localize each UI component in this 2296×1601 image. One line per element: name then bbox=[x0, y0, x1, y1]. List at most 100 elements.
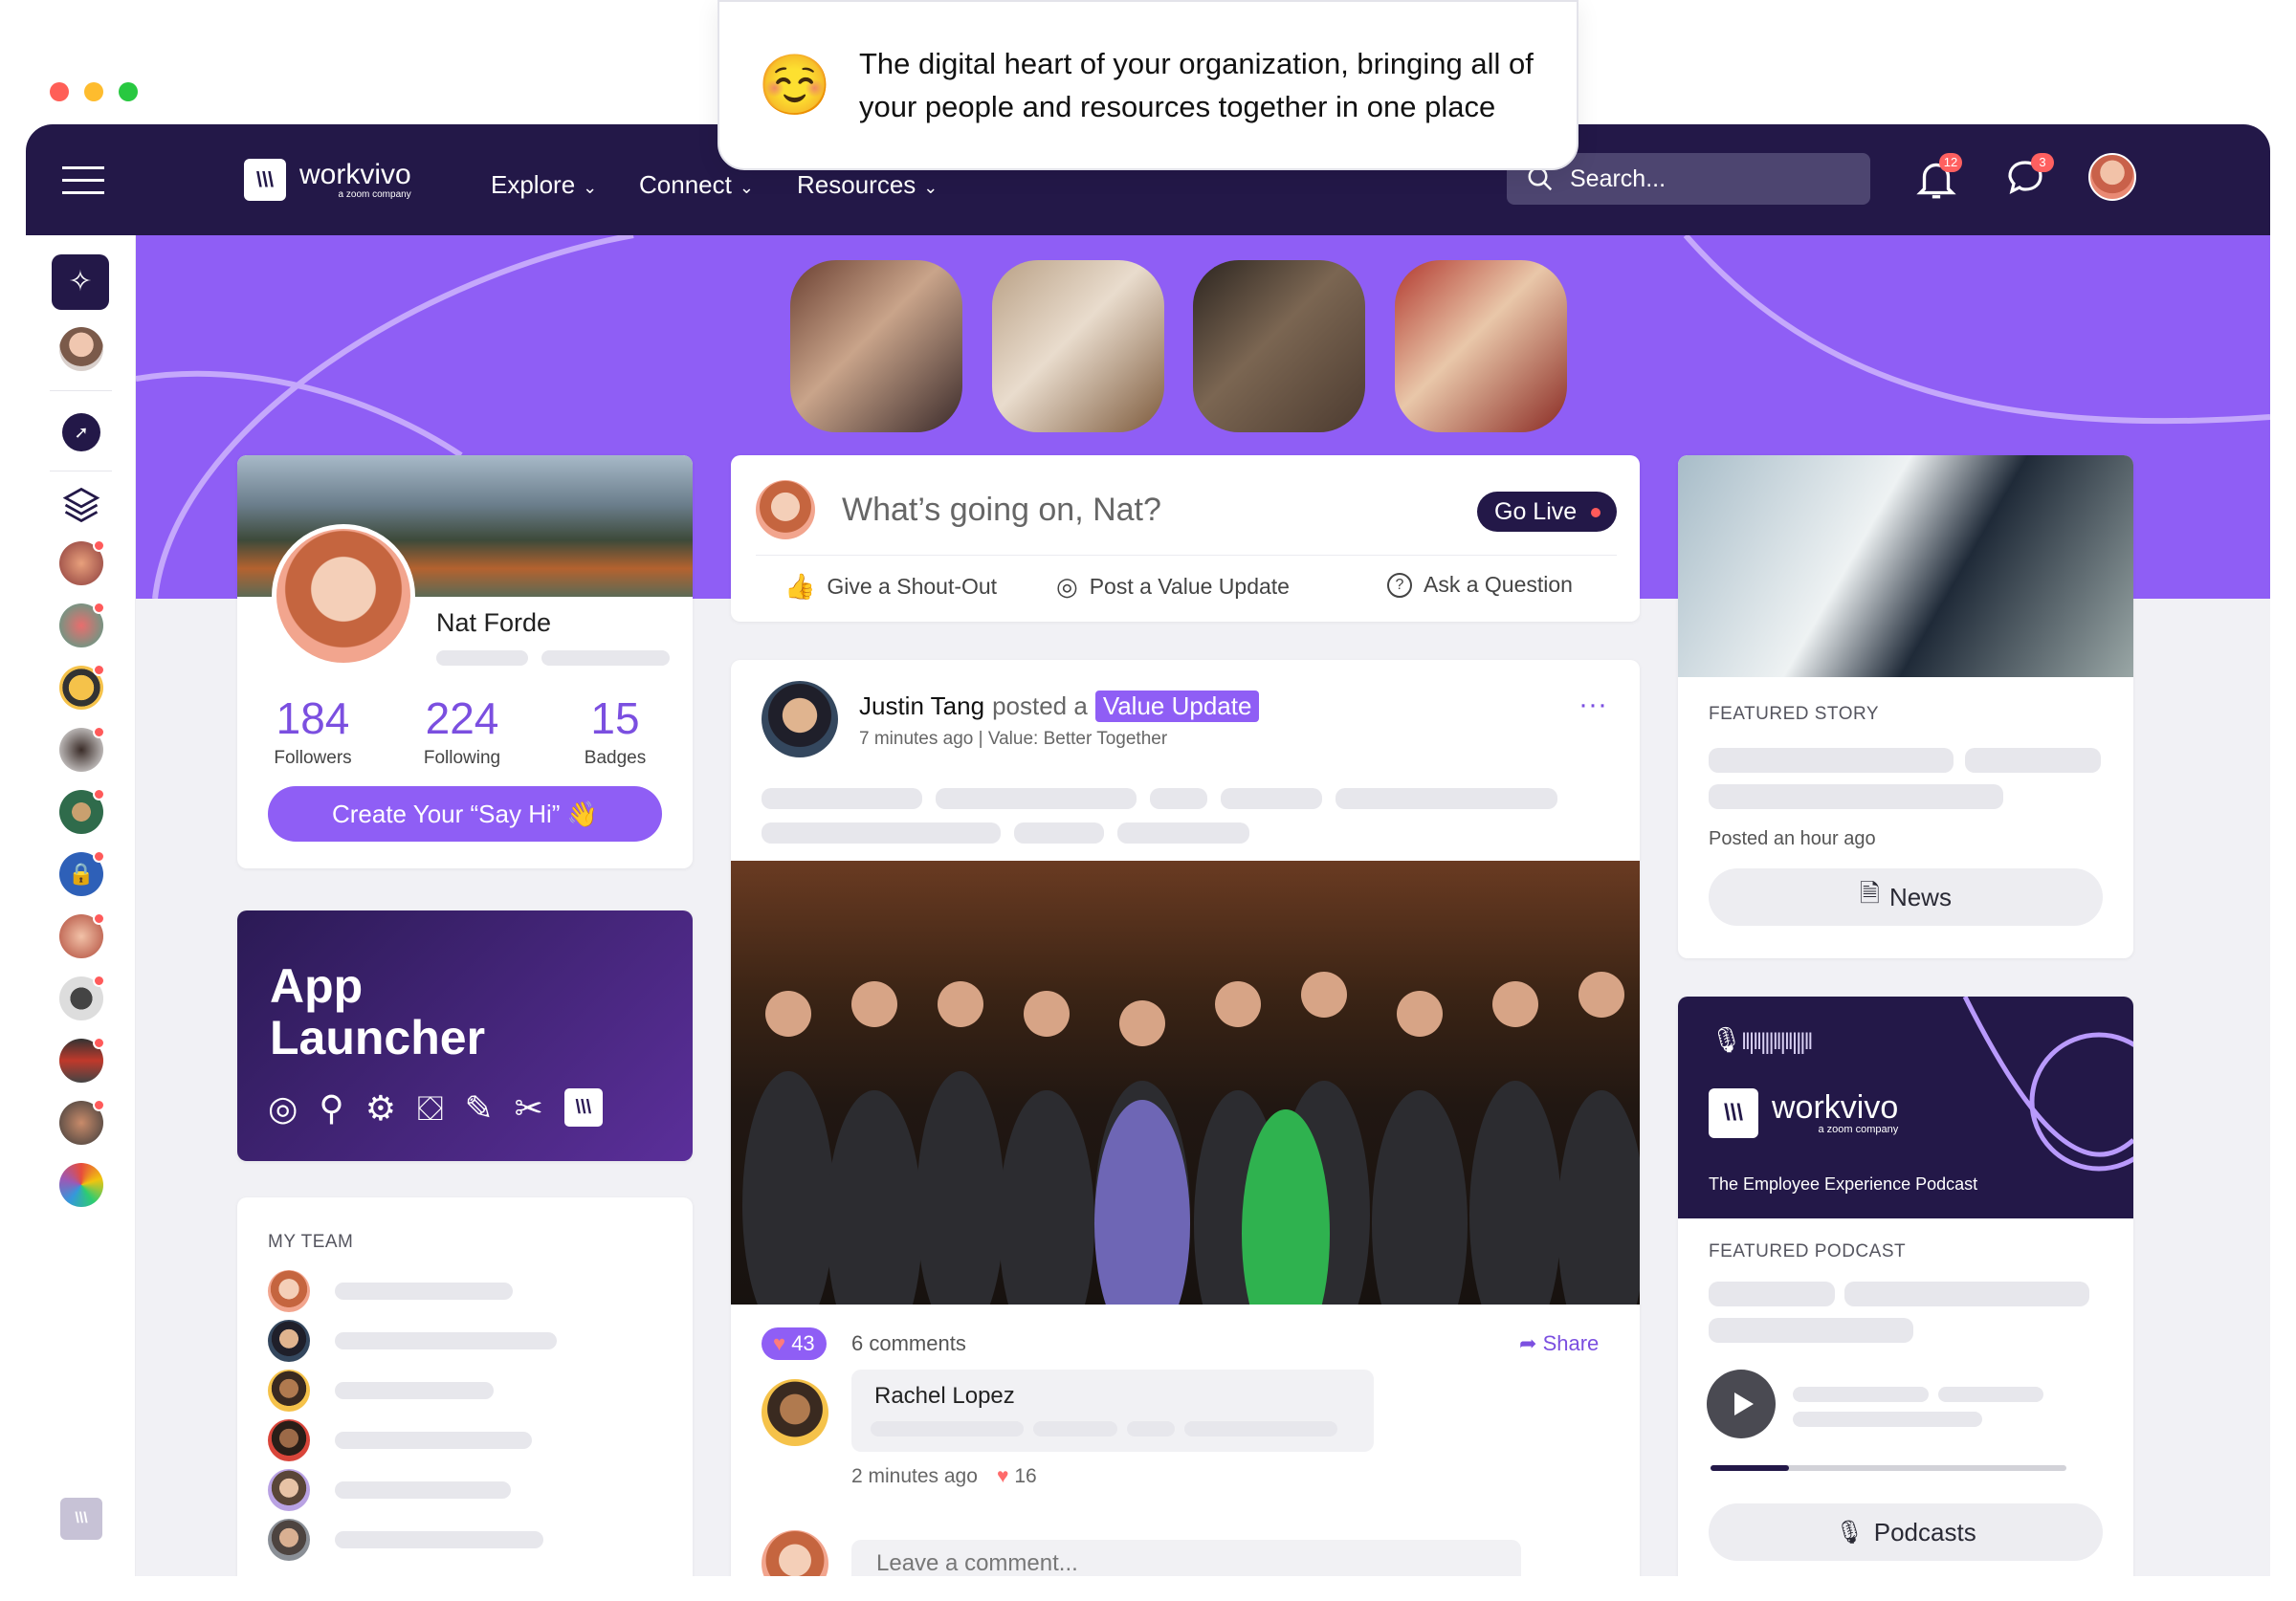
menu-icon[interactable] bbox=[62, 166, 104, 195]
space-avatar[interactable] bbox=[59, 539, 105, 585]
aperture-icon[interactable]: ◎ bbox=[268, 1088, 298, 1129]
workvivo-rail-logo[interactable]: \\\ bbox=[60, 1498, 102, 1540]
briefcase-icon[interactable]: ⛋ bbox=[417, 1088, 443, 1129]
space-avatar[interactable] bbox=[59, 726, 105, 772]
composer-input[interactable]: What’s going on, Nat? bbox=[842, 492, 1161, 529]
followers-label: Followers bbox=[274, 748, 352, 768]
chevron-down-icon: ⌄ bbox=[739, 178, 754, 197]
space-avatar[interactable] bbox=[59, 1163, 103, 1207]
space-avatar[interactable] bbox=[59, 912, 105, 958]
nav-resources[interactable]: Resources ⌄ bbox=[797, 170, 938, 200]
nav-explore[interactable]: Explore ⌄ bbox=[491, 170, 597, 200]
story-thumbnail[interactable] bbox=[992, 260, 1164, 432]
rail-avatar[interactable] bbox=[59, 327, 103, 371]
value-update-action[interactable]: ◎ Post a Value Update bbox=[1056, 572, 1290, 602]
profile-avatar[interactable] bbox=[272, 524, 415, 668]
workvivo-logo-icon: \\\ bbox=[1709, 1088, 1758, 1138]
team-member-avatar[interactable] bbox=[268, 1419, 310, 1461]
close-window-dot[interactable] bbox=[50, 82, 69, 101]
space-avatar[interactable] bbox=[59, 788, 105, 834]
app-launcher-card[interactable]: App Launcher ◎ ⚲ ⚙ ⛋ ✎ ✂ \\\ bbox=[237, 910, 693, 1161]
space-avatar[interactable] bbox=[59, 664, 105, 710]
team-member-name-skeleton bbox=[335, 1432, 532, 1449]
messages-button[interactable]: 3 bbox=[2002, 153, 2054, 203]
app-launcher-title-2: Launcher bbox=[270, 1011, 486, 1064]
compass-icon: ➚ bbox=[74, 423, 89, 442]
story-thumbnail[interactable] bbox=[790, 260, 962, 432]
podcast-skeleton bbox=[1709, 1318, 1913, 1343]
post-verb: posted a bbox=[992, 691, 1088, 720]
play-button[interactable] bbox=[1707, 1370, 1776, 1438]
badges-count[interactable]: 15 bbox=[543, 692, 687, 744]
composer-card: What’s going on, Nat? Go Live 👍 Give a Sh… bbox=[731, 455, 1640, 622]
chevron-down-icon: ⌄ bbox=[923, 178, 938, 197]
magnifier-icon[interactable]: ⚲ bbox=[319, 1088, 343, 1129]
smiling-face-icon: ☺️ bbox=[758, 52, 832, 119]
notifications-badge: 12 bbox=[1939, 153, 1962, 172]
post-group-photo[interactable] bbox=[731, 861, 1640, 1305]
layers-button[interactable] bbox=[60, 484, 102, 526]
podcast-banner[interactable]: 🎙 ‖|‖|||‖|‖|||‖ \\\ workvivo a zoom comp… bbox=[1678, 997, 2133, 1218]
lock-icon: 🔒 bbox=[68, 862, 95, 886]
tools-icon[interactable]: ✂ bbox=[515, 1088, 543, 1129]
ask-question-action[interactable]: ? Ask a Question bbox=[1387, 572, 1573, 598]
profile-name[interactable]: Nat Forde bbox=[436, 608, 551, 638]
space-avatar[interactable]: 🔒 bbox=[59, 850, 105, 896]
comment-like[interactable]: ♥ 16 bbox=[997, 1465, 1037, 1488]
rail-divider bbox=[50, 390, 112, 391]
space-avatar[interactable] bbox=[59, 1099, 105, 1145]
team-member-avatar[interactable] bbox=[268, 1370, 310, 1412]
tagline-text: The digital heart of your organization, … bbox=[859, 47, 1534, 123]
leave-comment-input[interactable]: Leave a comment... bbox=[851, 1540, 1521, 1576]
featured-story-image[interactable] bbox=[1678, 455, 2133, 677]
notifications-button[interactable]: 12 bbox=[1912, 153, 1962, 203]
go-live-button[interactable]: Go Live bbox=[1477, 492, 1617, 532]
minimize-window-dot[interactable] bbox=[84, 82, 103, 101]
post-author-name[interactable]: Justin Tang bbox=[859, 691, 984, 721]
comment-skeleton bbox=[871, 1421, 1024, 1437]
team-member-avatar[interactable] bbox=[268, 1469, 310, 1511]
team-member-name-skeleton bbox=[335, 1283, 513, 1300]
workvivo-app-icon[interactable]: \\\ bbox=[563, 1088, 603, 1127]
commenter-avatar[interactable] bbox=[762, 1379, 828, 1446]
comment-author[interactable]: Rachel Lopez bbox=[874, 1383, 1015, 1410]
team-member-avatar[interactable] bbox=[268, 1270, 310, 1312]
nav-connect[interactable]: Connect ⌄ bbox=[639, 170, 754, 200]
group-photo-figures bbox=[742, 972, 1640, 1305]
team-member-avatar[interactable] bbox=[268, 1519, 310, 1561]
gear-icon[interactable]: ⚙ bbox=[365, 1088, 396, 1129]
comments-count[interactable]: 6 comments bbox=[851, 1331, 966, 1356]
podcast-logo: \\\ workvivo a zoom company bbox=[1709, 1088, 1898, 1138]
podcasts-button[interactable]: 🎙 Podcasts bbox=[1709, 1503, 2103, 1561]
comment-bubble: Rachel Lopez bbox=[851, 1370, 1374, 1452]
workvivo-logo[interactable]: \\\ workvivo a zoom company bbox=[244, 159, 411, 201]
more-options-icon[interactable]: ··· bbox=[1578, 689, 1607, 721]
compass-button[interactable]: ➚ bbox=[62, 413, 100, 451]
podcast-skeleton bbox=[1709, 1282, 1835, 1306]
following-count[interactable]: 224 bbox=[390, 692, 534, 744]
like-count-pill[interactable]: ♥ 43 bbox=[762, 1327, 827, 1360]
post-text-skeleton bbox=[936, 788, 1137, 809]
space-avatar[interactable] bbox=[59, 1037, 105, 1083]
team-member-avatar[interactable] bbox=[268, 1320, 310, 1362]
shout-out-action[interactable]: 👍 Give a Shout-Out bbox=[784, 572, 997, 602]
news-button[interactable]: 🗎 News bbox=[1709, 868, 2103, 926]
post-author-avatar[interactable] bbox=[762, 681, 838, 757]
followers-count[interactable]: 184 bbox=[241, 692, 385, 744]
create-say-hi-button[interactable]: Create Your “Say Hi” 👋 bbox=[268, 786, 662, 842]
story-thumbnail[interactable] bbox=[1193, 260, 1365, 432]
share-button[interactable]: ➦ Share bbox=[1519, 1331, 1599, 1356]
chevron-down-icon: ⌄ bbox=[583, 178, 598, 197]
sparkle-button[interactable]: ✧ bbox=[52, 254, 109, 310]
document-edit-icon[interactable]: ✎ bbox=[464, 1088, 493, 1129]
team-member-name-skeleton bbox=[335, 1531, 543, 1548]
profile-card: Nat Forde 184 Followers 224 Following 15… bbox=[237, 455, 693, 868]
space-avatar[interactable] bbox=[59, 602, 105, 647]
podcast-progress-track[interactable] bbox=[1711, 1465, 2066, 1471]
user-avatar-button[interactable] bbox=[2088, 153, 2136, 201]
space-avatar[interactable] bbox=[59, 975, 105, 1020]
maximize-window-dot[interactable] bbox=[119, 82, 138, 101]
post-text-skeleton bbox=[762, 788, 922, 809]
value-update-tag[interactable]: Value Update bbox=[1094, 691, 1260, 722]
story-thumbnail[interactable] bbox=[1395, 260, 1567, 432]
